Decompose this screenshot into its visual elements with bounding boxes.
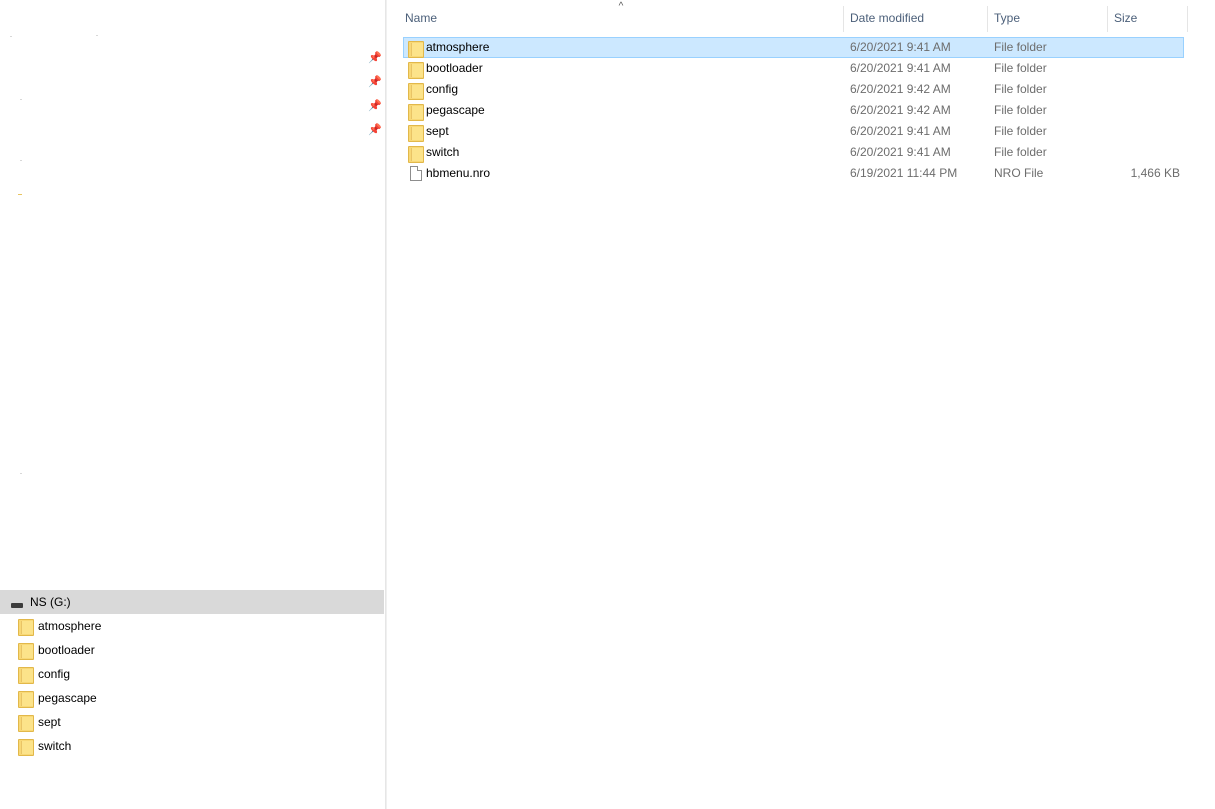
drive-icon [11,602,23,608]
file-date-modified: 6/20/2021 9:41 AM [850,124,951,138]
folder-icon [408,61,424,79]
file-name: config [426,82,459,96]
folder-icon [408,124,424,142]
file-name: bootloader [426,61,483,75]
column-divider[interactable] [843,6,844,32]
pin-icon[interactable]: 📌 [368,99,382,113]
nav-item-label: sept [38,715,61,729]
folder-icon [18,714,34,732]
file-date-modified: 6/20/2021 9:42 AM [850,103,951,117]
column-divider[interactable] [1107,6,1108,32]
nav-item-folder[interactable]: bootloader [0,638,384,662]
faint-artifact [10,36,12,37]
file-type: File folder [994,61,1047,75]
pin-icon[interactable]: 📌 [368,123,382,137]
nav-item-folder[interactable]: atmosphere [0,614,384,638]
folder-icon [408,82,424,100]
folder-icon [408,145,424,163]
file-row[interactable]: sept 6/20/2021 9:41 AM File folder [403,121,1184,142]
drive-label: NS (G:) [30,595,71,609]
nav-item-label: bootloader [38,643,95,657]
file-date-modified: 6/19/2021 11:44 PM [850,166,958,180]
nav-item-folder[interactable]: pegascape [0,686,384,710]
file-explorer-window: 📌 📌 📌 📌 NS (G:) atmosphere bootloader co… [0,0,1215,809]
file-name: hbmenu.nro [426,166,491,180]
file-row[interactable]: atmosphere 6/20/2021 9:41 AM File folder [403,37,1184,58]
file-date-modified: 6/20/2021 9:42 AM [850,82,951,96]
folder-icon [18,738,34,756]
faint-artifact [20,99,22,100]
faint-artifact [96,35,98,36]
file-type: File folder [994,124,1047,138]
column-header-type[interactable]: Type [989,4,1107,32]
nav-item-folder[interactable]: switch [0,734,384,758]
file-name: switch [426,145,460,159]
nav-item-label: config [38,667,71,681]
folder-icon [18,690,34,708]
column-header-name[interactable]: Name [400,4,843,32]
folder-icon [18,618,34,636]
file-size: 1,466 KB [1130,166,1180,180]
file-type: File folder [994,82,1047,96]
file-name: atmosphere [426,40,490,54]
faint-artifact [18,194,22,195]
file-date-modified: 6/20/2021 9:41 AM [850,40,951,54]
file-list: atmosphere 6/20/2021 9:41 AM File folder… [403,37,1184,184]
column-header-size[interactable]: Size [1109,4,1187,32]
file-row[interactable]: switch 6/20/2021 9:41 AM File folder [403,142,1184,163]
column-divider[interactable] [1187,6,1188,32]
file-type: File folder [994,40,1047,54]
file-date-modified: 6/20/2021 9:41 AM [850,61,951,75]
faint-artifact [20,160,22,161]
file-row[interactable]: pegascape 6/20/2021 9:42 AM File folder [403,100,1184,121]
column-divider[interactable] [987,6,988,32]
nav-item-folder[interactable]: config [0,662,384,686]
file-name: sept [426,124,449,138]
nav-item-label: pegascape [38,691,97,705]
faint-artifact [20,473,22,474]
file-row[interactable]: bootloader 6/20/2021 9:41 AM File folder [403,58,1184,79]
nav-item-label: switch [38,739,72,753]
navigation-pane[interactable]: 📌 📌 📌 📌 NS (G:) atmosphere bootloader co… [0,0,385,809]
folder-icon [18,666,34,684]
folder-icon [18,642,34,660]
folder-icon [408,103,424,121]
folder-icon [408,40,424,58]
file-type: File folder [994,145,1047,159]
file-type: NRO File [994,166,1044,180]
file-row[interactable]: hbmenu.nro 6/19/2021 11:44 PM NRO File 1… [403,163,1184,184]
file-row[interactable]: config 6/20/2021 9:42 AM File folder [403,79,1184,100]
file-icon [410,166,422,181]
pin-icon[interactable]: 📌 [368,75,382,89]
file-list-pane[interactable]: ^ Name Date modified Type Size atmospher… [387,0,1215,809]
column-header-date-modified[interactable]: Date modified [845,4,987,32]
file-type: File folder [994,103,1047,117]
file-name: pegascape [426,103,485,117]
column-header-row: Name Date modified Type Size [387,4,1188,32]
nav-item-folder[interactable]: sept [0,710,384,734]
nav-item-label: atmosphere [38,619,102,633]
pin-icon[interactable]: 📌 [368,51,382,65]
file-date-modified: 6/20/2021 9:41 AM [850,145,951,159]
nav-folder-list: atmosphere bootloader config pegascape s… [0,614,384,758]
nav-item-drive[interactable]: NS (G:) [0,590,384,614]
